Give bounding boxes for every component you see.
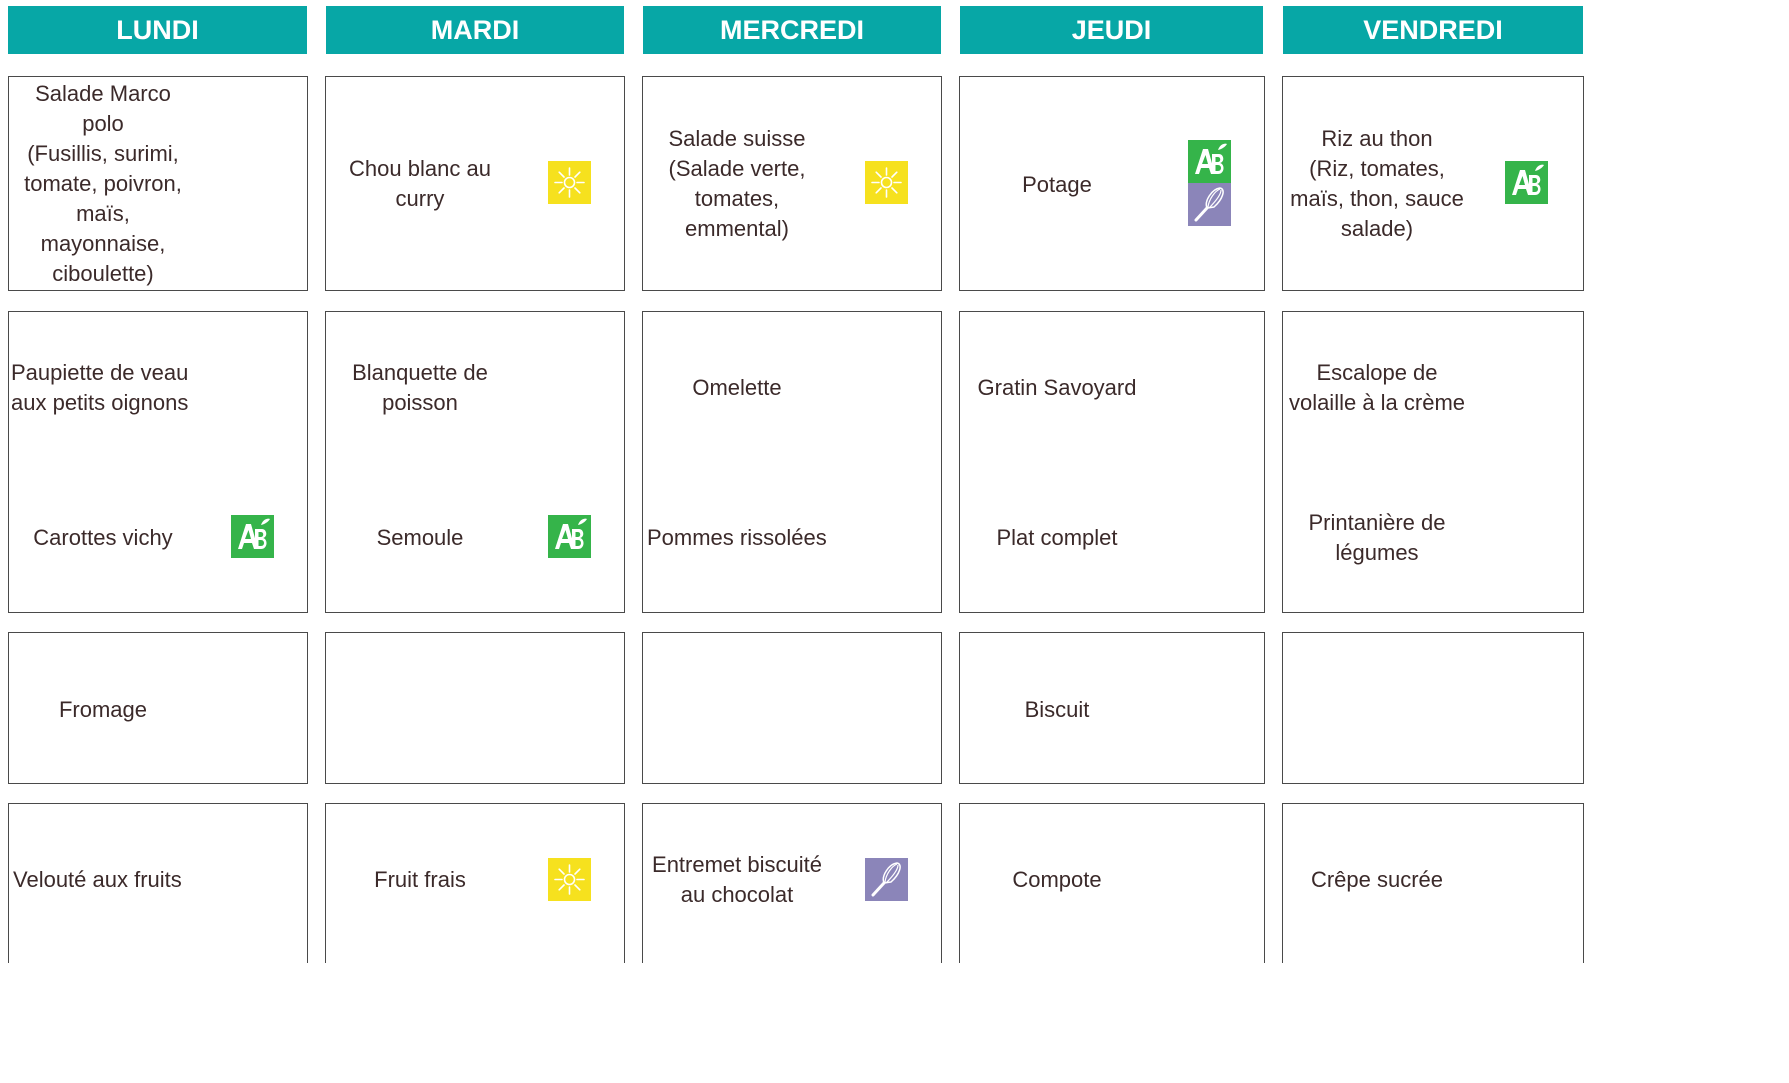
dish-lundi-entree: Salade Marco polo (Fusillis, surimi, tom… <box>24 80 182 286</box>
day-header-vendredi: VENDREDI <box>1283 6 1583 54</box>
homemade-whisk-icon <box>1188 183 1231 226</box>
dish-jeudi-laitage: Biscuit <box>1024 697 1090 722</box>
dish-jeudi-entree: Potage <box>1022 172 1092 197</box>
dish-mardi-accompagnement: Semoule <box>376 525 464 550</box>
dish-jeudi-dessert: Compote <box>1012 867 1102 892</box>
cell-mardi-laitage <box>325 632 625 784</box>
dish-mercredi-accompagnement: Pommes rissolées <box>647 525 827 550</box>
dish-lundi-laitage: Fromage <box>58 697 148 722</box>
dish-jeudi-accompagnement: Plat complet <box>996 525 1118 550</box>
day-header-mercredi: MERCREDI <box>643 6 941 54</box>
sun-seasonal-icon <box>548 858 591 901</box>
cell-mercredi-plat <box>642 311 942 613</box>
dish-mardi-entree: Chou blanc au curry <box>349 156 491 211</box>
dish-vendredi-dessert: Crêpe sucrée <box>1310 867 1444 892</box>
dish-mercredi-plat: Omelette <box>692 375 782 400</box>
ab-organic-label-icon <box>231 515 274 558</box>
day-header-lundi: LUNDI <box>8 6 307 54</box>
cell-mercredi-laitage <box>642 632 942 784</box>
homemade-whisk-icon <box>865 858 908 901</box>
dish-vendredi-plat: Escalope de volaille à la crème <box>1288 359 1466 415</box>
dish-vendredi-entree: Riz au thon (Riz, tomates, maïs, thon, s… <box>1290 126 1464 241</box>
cell-vendredi-laitage <box>1282 632 1584 784</box>
dish-lundi-dessert: Velouté aux fruits <box>13 867 182 892</box>
dish-lundi-plat: Paupiette de veau aux petits oignons <box>11 359 189 415</box>
day-header-jeudi: JEUDI <box>960 6 1263 54</box>
dish-mardi-plat: Blanquette de poisson <box>352 359 488 415</box>
dish-jeudi-plat: Gratin Savoyard <box>977 375 1137 400</box>
dish-mercredi-entree: Salade suisse (Salade verte, tomates, em… <box>668 126 806 241</box>
cell-jeudi-plat <box>959 311 1265 613</box>
dish-mardi-dessert: Fruit frais <box>374 867 466 892</box>
ab-organic-label-icon <box>1505 161 1548 204</box>
sun-seasonal-icon <box>548 161 591 204</box>
ab-organic-label-icon <box>548 515 591 558</box>
day-header-mardi: MARDI <box>326 6 624 54</box>
dish-mercredi-dessert: Entremet biscuité au chocolat <box>652 852 822 907</box>
dish-vendredi-accompagnement: Printanière de légumes <box>1308 509 1446 565</box>
ab-organic-label-icon <box>1188 140 1231 183</box>
dish-lundi-accompagnement: Carottes vichy <box>33 525 173 550</box>
sun-seasonal-icon <box>865 161 908 204</box>
